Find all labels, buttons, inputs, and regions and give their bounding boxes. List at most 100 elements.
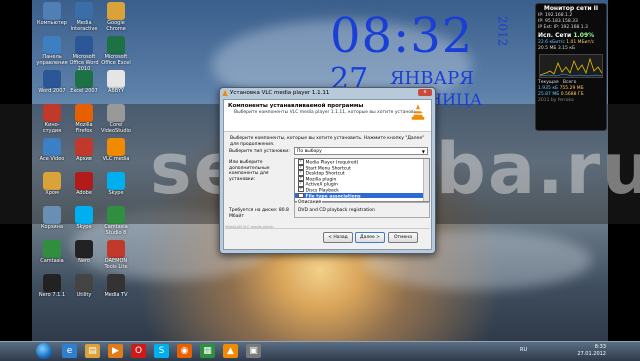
desktop-icon[interactable]: Corel VideoStudio	[99, 104, 133, 134]
vlc-icon	[222, 90, 228, 96]
tray-date: 27.01.2012	[577, 351, 606, 357]
header-title: Компоненты устанавливаемой программы	[228, 103, 364, 109]
excel-icon	[107, 36, 125, 54]
explorer-icon[interactable]: ▤	[85, 344, 100, 358]
word-icon	[75, 36, 93, 54]
vlc-installer-dialog[interactable]: Установка VLC media player 1.1.11 x Комп…	[219, 87, 436, 254]
desktop-icon-label: Nero 7.1.1	[38, 292, 66, 298]
next-button[interactable]: Далее >	[355, 232, 385, 243]
disk-space-label: Требуется на диске: 80.8 Мбайт	[229, 208, 289, 219]
cancel-button[interactable]: Отмена	[388, 232, 418, 243]
nero-icon	[75, 240, 93, 258]
desktop-icon[interactable]: Adobe	[67, 172, 101, 196]
description-caption: Описание	[297, 200, 323, 205]
installer-icon[interactable]: ▣	[246, 344, 261, 358]
desktop-icon[interactable]: Microsoft Office Word 2010	[67, 36, 101, 72]
recycle-bin-icon	[43, 206, 61, 224]
desktop-icon[interactable]: Skype	[99, 172, 133, 196]
desktop-icon-label: Word 2007	[38, 88, 66, 94]
close-button[interactable]: x	[418, 89, 432, 96]
desktop-icon[interactable]: Camtasia Studio 8	[99, 206, 133, 236]
component-label: File type associations	[305, 193, 361, 199]
desktop-icon[interactable]: Microsoft Office Excel	[99, 36, 133, 66]
desktop-icon[interactable]: DAEMON Tools Lite	[99, 240, 133, 270]
desktop-icon[interactable]: Панель управления	[35, 36, 69, 66]
description-box: Описание DVD and CD playback registratio…	[294, 200, 430, 218]
utility-icon	[75, 274, 93, 292]
network-monitor-gadget[interactable]: Монитор сети II IP: 192.168.1.2 IP: 95.1…	[535, 3, 607, 131]
desktop-icon-label: Corel VideoStudio	[101, 122, 131, 134]
desktop-icon[interactable]: Компьютер	[35, 2, 69, 26]
component-checkbox[interactable]: ✓	[298, 192, 304, 199]
ie-icon[interactable]: e	[62, 344, 77, 358]
desktop-icon[interactable]: Nero 7.1.1	[35, 274, 69, 298]
desktop-icon-label: Microsoft Office Excel	[101, 54, 131, 66]
dialog-titlebar[interactable]: Установка VLC media player 1.1.11 x	[220, 88, 435, 98]
desktop-icon-label: Adobe	[76, 190, 92, 196]
gadget-title: Монитор сети II	[543, 5, 599, 12]
desktop-icon-label: Компьютер	[37, 20, 67, 26]
vlc-cone-icon	[411, 104, 425, 120]
clock-year: 2012	[495, 15, 510, 47]
movie-icon	[43, 104, 61, 122]
desktop-icon[interactable]: Кино- студия	[35, 104, 69, 134]
vlc-icon	[107, 138, 125, 156]
archive-icon	[75, 138, 93, 156]
skype-icon	[107, 172, 125, 190]
skype-icon	[75, 206, 93, 224]
system-clock[interactable]: 8:33 27.01.2012	[577, 344, 606, 358]
desktop-icon-label: Camtasia	[40, 258, 64, 264]
desktop-icon[interactable]: Nero	[67, 240, 101, 264]
camtasia-icon[interactable]: ▦	[200, 344, 215, 358]
daemon-icon	[107, 240, 125, 258]
clock-time: 08:32	[330, 8, 474, 64]
desktop-icon[interactable]: Хром	[35, 172, 69, 196]
vlc-icon[interactable]: ▲	[223, 344, 238, 358]
start-button[interactable]	[36, 343, 52, 359]
clock-weekday: НИЦА	[428, 90, 482, 109]
desktop-icon[interactable]: Excel 2007	[67, 70, 101, 94]
abbyy-icon	[107, 70, 125, 88]
desktop-icon[interactable]: Word 2007	[35, 70, 69, 94]
components-list[interactable]: ✓ Media Player (required) ✓ Start Menu Shor…	[294, 158, 430, 202]
word-icon	[43, 70, 61, 88]
opera-icon[interactable]: O	[131, 344, 146, 358]
nero-icon	[43, 274, 61, 292]
taskbar: e ▤ ▶ O S ◉ ▦ ▲ ▣ RU 8:33 27.01.2012	[0, 341, 640, 361]
desktop-icon-label: Корзина	[40, 224, 64, 230]
control-panel-icon	[43, 36, 61, 54]
back-button[interactable]: < Назад	[323, 232, 353, 243]
install-type-select[interactable]: По выбору ▼	[294, 147, 428, 155]
desktop-icon[interactable]: Utility	[67, 274, 101, 298]
install-type-value: По выбору	[297, 149, 322, 154]
tray-time: 8:33	[594, 344, 606, 350]
desktop-icon-label: Хром	[45, 190, 59, 196]
computer-icon	[43, 2, 61, 20]
component-item[interactable]: ✓ File type associations	[295, 192, 429, 199]
dialog-header: Компоненты устанавливаемой программы Выб…	[224, 100, 431, 132]
desktop-icon[interactable]: Архив	[67, 138, 101, 162]
skype-icon[interactable]: S	[154, 344, 169, 358]
header-subtitle: Выберите компоненты VLC media player 1.1…	[234, 110, 424, 115]
desktop-icon[interactable]: Camtasia	[35, 240, 69, 264]
desktop-icon[interactable]: Ace Video	[35, 138, 69, 162]
desktop-icon-label: Excel 2007	[70, 88, 98, 94]
firefox-icon[interactable]: ◉	[177, 344, 192, 358]
desktop-icon-label: Кино- студия	[42, 122, 62, 134]
desktop-icon[interactable]: ABBYY	[99, 70, 133, 94]
components-scrollbar[interactable]	[423, 159, 429, 201]
desktop-icon[interactable]: Mozilla Firefox	[67, 104, 101, 134]
desktop-icon-label: Camtasia Studio 8	[104, 224, 128, 236]
language-indicator[interactable]: RU	[520, 347, 527, 353]
media-player-icon[interactable]: ▶	[108, 344, 123, 358]
desktop-icon[interactable]: VLC media	[99, 138, 133, 162]
desktop-icon[interactable]: Media Interactive	[67, 2, 101, 32]
gadget-totals: 20.5 МБ 3.15 кБ	[538, 46, 576, 51]
desktop-icon-label: Media TV	[104, 292, 128, 298]
desktop-icon[interactable]: Media TV	[99, 274, 133, 298]
chrome-icon	[43, 172, 61, 190]
desktop-icon[interactable]: Корзина	[35, 206, 69, 230]
desktop-icon[interactable]: Skype	[67, 206, 101, 230]
gadget-usage: Исп. Сети 1.09%	[538, 32, 595, 39]
desktop-icon[interactable]: Google Chrome	[99, 2, 133, 32]
